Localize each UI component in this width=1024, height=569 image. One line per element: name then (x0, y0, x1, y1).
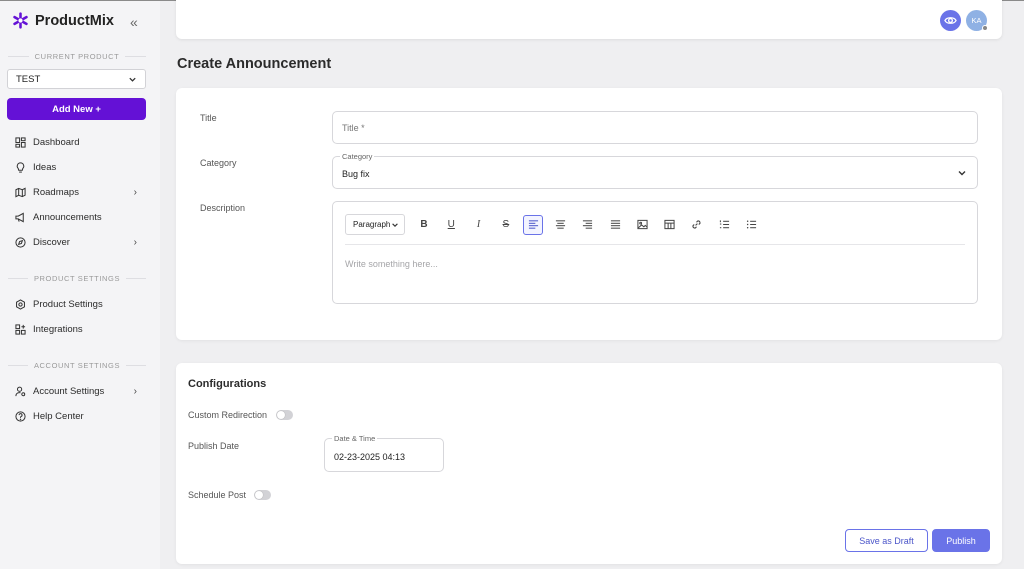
align-justify-icon[interactable] (605, 215, 625, 235)
editor-toolbar: Paragraph B U I S (345, 214, 769, 235)
sidebar-item-label: Integrations (33, 323, 83, 335)
sidebar-item-integrations[interactable]: Integrations (15, 320, 141, 338)
productmix-logo-icon (13, 12, 28, 29)
schedule-post-label: Schedule Post (188, 490, 247, 500)
page-title: Create Announcement (177, 56, 332, 72)
add-new-button[interactable]: Add New + (7, 98, 146, 120)
publish-date-label: Publish Date (188, 441, 240, 451)
bulb-icon (16, 161, 25, 173)
gear-icon (16, 298, 25, 310)
sidebar-item-label: Account Settings (33, 385, 105, 397)
chevron-right-icon: › (133, 186, 137, 198)
chevron-down-icon (129, 77, 136, 82)
help-icon (15, 410, 26, 422)
sidebar-item-label: Discover (33, 236, 70, 248)
editor-divider (345, 244, 965, 245)
align-center-icon[interactable] (550, 215, 570, 235)
sidebar-item-label: Help Center (33, 410, 84, 422)
brand-logo[interactable]: ProductMix (12, 12, 114, 29)
title-label: Title (200, 113, 217, 123)
table-icon[interactable] (660, 215, 680, 235)
user-gear-icon (15, 386, 26, 396)
publish-button[interactable]: Publish (932, 529, 990, 552)
ordered-list-icon[interactable] (714, 215, 734, 235)
sidebar-item-account-settings[interactable]: Account Settings › (15, 382, 141, 400)
sidebar-item-dashboard[interactable]: Dashboard (15, 133, 141, 151)
product-select-value: TEST (16, 73, 41, 85)
sidebar-item-label: Announcements (33, 211, 102, 223)
align-left-icon[interactable] (523, 214, 544, 235)
save-draft-button[interactable]: Save as Draft (845, 529, 928, 552)
chevron-right-icon: › (133, 236, 137, 248)
bold-icon[interactable]: B (414, 215, 434, 235)
map-icon (15, 187, 26, 197)
account-settings-heading: ACCOUNT SETTINGS (8, 361, 146, 370)
image-icon[interactable] (632, 215, 652, 235)
top-header (176, 0, 1002, 39)
current-product-heading: CURRENT PRODUCT (8, 52, 146, 61)
date-legend: Date & Time (332, 434, 378, 443)
italic-icon[interactable]: I (469, 215, 489, 235)
publish-date-input[interactable]: Date & Time 02-23-2025 04:13 (324, 434, 444, 472)
chevron-right-icon: › (133, 385, 137, 397)
brand-name: ProductMix (35, 12, 114, 29)
sidebar-item-roadmaps[interactable]: Roadmaps › (15, 183, 141, 201)
megaphone-icon (15, 212, 24, 222)
align-right-icon[interactable] (578, 215, 598, 235)
sidebar-item-help-center[interactable]: Help Center (15, 407, 141, 425)
sidebar-item-announcements[interactable]: Announcements (15, 208, 141, 226)
bullet-list-icon[interactable] (742, 215, 762, 235)
description-label: Description (200, 203, 246, 213)
category-legend: Category (340, 152, 375, 161)
chevron-down-icon (958, 171, 966, 176)
configurations-title: Configurations (188, 378, 267, 390)
title-placeholder: Title * (342, 122, 365, 133)
description-editor[interactable]: Paragraph B U I S Write something here..… (332, 201, 978, 304)
chevron-down-icon (392, 222, 398, 227)
compass-icon (15, 236, 26, 248)
strikethrough-icon[interactable]: S (496, 215, 516, 235)
custom-redirection-label: Custom Redirection (188, 410, 268, 420)
preview-button[interactable] (940, 10, 961, 31)
custom-redirection-toggle[interactable] (276, 410, 293, 420)
paragraph-select[interactable]: Paragraph (345, 214, 405, 235)
link-icon[interactable] (687, 215, 707, 235)
sidebar-item-label: Ideas (33, 161, 57, 173)
date-value: 02-23-2025 04:13 (334, 452, 406, 462)
eye-icon (944, 17, 957, 24)
status-dot (982, 25, 988, 31)
dashboard-icon (15, 136, 26, 148)
product-settings-heading: PRODUCT SETTINGS (8, 274, 146, 283)
sidebar-item-label: Roadmaps (33, 186, 79, 198)
category-label: Category (200, 158, 237, 168)
sidebar: ProductMix « CURRENT PRODUCT TEST Add Ne… (0, 1, 160, 569)
underline-icon[interactable]: U (441, 215, 461, 235)
category-value: Bug fix (342, 169, 370, 179)
editor-placeholder: Write something here... (345, 259, 438, 269)
product-select[interactable]: TEST (7, 69, 146, 89)
sidebar-item-label: Product Settings (33, 298, 103, 310)
grid-plus-icon (15, 323, 26, 335)
sidebar-item-label: Dashboard (33, 136, 80, 148)
paragraph-select-value: Paragraph (353, 220, 391, 229)
title-input[interactable]: Title * (332, 111, 978, 144)
sidebar-item-discover[interactable]: Discover › (15, 233, 141, 251)
schedule-post-toggle[interactable] (254, 490, 271, 500)
collapse-sidebar-icon[interactable]: « (130, 14, 138, 30)
sidebar-item-product-settings[interactable]: Product Settings (15, 295, 141, 313)
category-select[interactable]: Category Bug fix (332, 152, 978, 189)
sidebar-item-ideas[interactable]: Ideas (15, 158, 141, 176)
